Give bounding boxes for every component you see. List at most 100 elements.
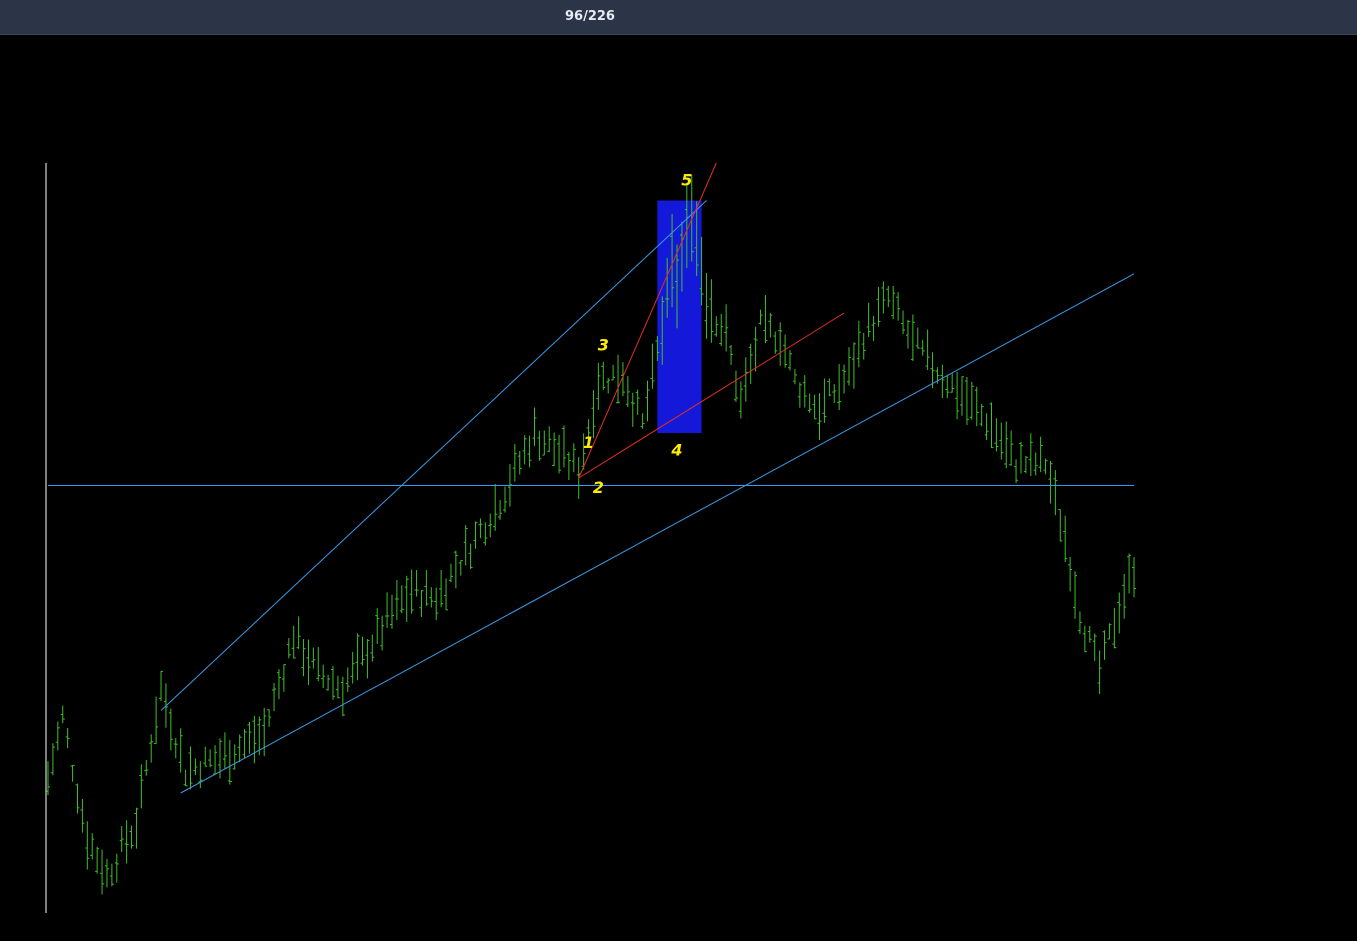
price-bar: [389, 594, 394, 629]
price-bar: [807, 393, 812, 413]
price-bar: [183, 769, 188, 787]
price-bar: [1053, 470, 1058, 516]
price-bar: [842, 364, 847, 394]
price-bar: [999, 422, 1004, 460]
price-bar: [901, 310, 906, 335]
price-bar: [783, 334, 788, 368]
price-bar: [738, 381, 743, 419]
price-bar: [178, 728, 183, 773]
price-bar: [601, 361, 606, 391]
price-bar: [846, 347, 851, 386]
price-bar: [124, 820, 129, 864]
price-bar: [498, 499, 503, 520]
price-bar: [360, 636, 365, 666]
price-bar: [1087, 626, 1092, 643]
price-bar: [768, 313, 773, 338]
price-bar: [1018, 441, 1023, 474]
price-bar: [385, 592, 390, 628]
price-bar: [104, 858, 109, 888]
price-bar: [571, 443, 576, 473]
price-bar: [488, 513, 493, 538]
wave-label-1: 1: [583, 433, 594, 452]
price-bar: [90, 833, 95, 860]
price-bar: [213, 745, 218, 775]
price-bar: [611, 364, 616, 381]
price-bar: [714, 316, 719, 337]
price-bar: [733, 370, 738, 402]
price-bar: [75, 783, 80, 814]
price-bar: [100, 849, 105, 895]
price-bar: [729, 345, 734, 365]
price-bar: [134, 807, 139, 849]
price-bar: [247, 721, 252, 754]
price-bar: [792, 369, 797, 385]
price-bar: [419, 590, 424, 618]
price-bar: [80, 799, 85, 833]
price-bar: [478, 518, 483, 539]
price-bars: [46, 174, 1136, 895]
price-bar: [493, 483, 498, 531]
price-bar: [237, 734, 242, 763]
price-bar: [1112, 607, 1117, 649]
price-bar: [483, 522, 488, 546]
price-bar: [876, 286, 881, 327]
price-bar: [748, 343, 753, 384]
viewer-toolbar: 96/226: [0, 0, 1357, 35]
price-bar: [596, 362, 601, 410]
price-bar: [758, 309, 763, 325]
price-bar: [434, 587, 439, 621]
price-bar: [321, 664, 326, 689]
price-bar: [129, 825, 134, 849]
price-bar: [964, 376, 969, 426]
price-bar: [429, 587, 434, 608]
price-bar: [778, 322, 783, 366]
price-bar: [203, 746, 208, 767]
price-bar: [473, 521, 478, 549]
price-bar: [832, 384, 837, 404]
price-bar: [994, 418, 999, 452]
price-bar: [886, 285, 891, 308]
price-bar: [1127, 553, 1132, 594]
price-bar: [788, 350, 793, 371]
price-bar: [984, 413, 989, 441]
price-bar: [896, 292, 901, 321]
price-bar: [109, 863, 114, 887]
price-bar: [55, 721, 60, 751]
price-bar: [1028, 433, 1033, 477]
price-bar: [537, 430, 542, 461]
price-bar: [208, 749, 213, 768]
price-bar: [404, 575, 409, 622]
price-bar: [974, 386, 979, 427]
price-bar: [242, 729, 247, 759]
price-bar: [547, 426, 552, 453]
price-bar: [925, 329, 930, 371]
price-bar: [291, 625, 296, 659]
chart-area: 1 2 3 4 5: [0, 35, 1357, 937]
price-bar: [144, 759, 149, 776]
price-bar: [1048, 460, 1053, 504]
price-bar: [1122, 574, 1127, 619]
price-bar: [276, 669, 281, 700]
price-bar: [114, 853, 119, 883]
price-bar: [753, 326, 758, 372]
price-bar: [375, 608, 380, 644]
price-bar: [871, 316, 876, 342]
price-bar: [159, 670, 164, 702]
price-bar: [704, 273, 709, 339]
price-bar: [1033, 452, 1038, 476]
price-bar: [286, 638, 291, 659]
price-bar: [1043, 458, 1048, 475]
price-bar: [272, 682, 277, 712]
price-bar: [517, 450, 522, 475]
price-bar: [70, 764, 75, 782]
price-bar: [557, 434, 562, 474]
wave-label-4: 4: [670, 441, 682, 460]
price-bar: [95, 846, 100, 874]
price-bar: [950, 372, 955, 393]
price-bar: [414, 569, 419, 597]
price-bar: [296, 616, 301, 649]
price-bar: [331, 666, 336, 700]
price-bar: [345, 667, 350, 692]
price-bar: [635, 389, 640, 415]
price-bar: [252, 715, 257, 764]
